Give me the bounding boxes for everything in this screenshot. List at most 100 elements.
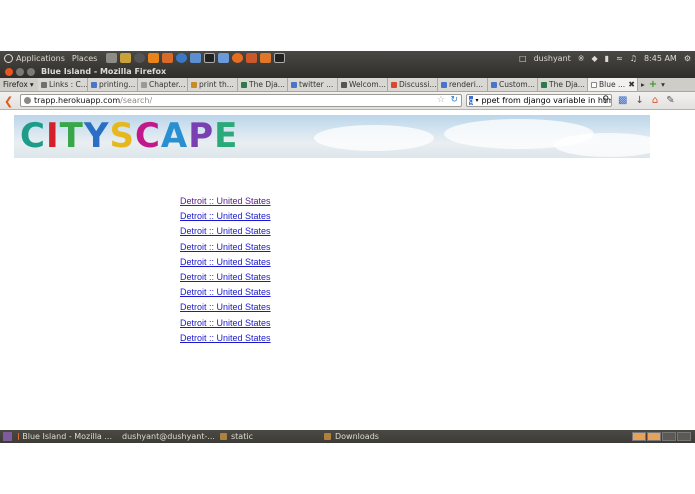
downloads-icon[interactable]: ↓ — [635, 95, 643, 106]
result-link[interactable]: Detroit :: United States — [180, 240, 271, 255]
bookmark-star-icon[interactable]: ☆ — [437, 95, 445, 105]
extension-icon[interactable]: ✎ — [666, 95, 674, 106]
tab-favicon-icon — [591, 81, 597, 88]
home-folder-icon[interactable] — [246, 53, 258, 63]
chat-icon[interactable] — [190, 53, 202, 63]
close-window-button[interactable] — [5, 67, 13, 76]
result-link[interactable]: Detroit :: United States — [180, 316, 271, 331]
chrome-icon[interactable] — [134, 53, 146, 63]
ubuntu-one-icon[interactable] — [260, 53, 272, 63]
search-input-text: ppet from django variable in html — [481, 96, 612, 105]
taskbar-item[interactable]: dushyant@dushyant-... — [112, 432, 214, 441]
workspace-2[interactable] — [647, 432, 661, 441]
monitor-icon[interactable] — [204, 53, 216, 63]
result-link[interactable]: Detroit :: United States — [180, 270, 271, 285]
dropbox-icon[interactable]: ◆ — [592, 54, 598, 63]
workspace-4[interactable] — [677, 432, 691, 441]
url-bar[interactable]: trapp.herokuapp.com/search/ ☆ ↻ — [20, 94, 462, 107]
firefox-launcher-icon[interactable] — [232, 53, 244, 63]
task-list: Blue Island - Mozilla ... dushyant@dushya… — [12, 432, 438, 441]
maximize-window-button[interactable] — [27, 67, 35, 76]
search-results-list: Detroit :: United States Detroit :: Unite… — [180, 194, 271, 346]
taskbar-item[interactable]: static — [214, 432, 318, 441]
reload-icon[interactable]: ↻ — [450, 95, 458, 105]
search-engine-dropdown-icon[interactable]: ▾ — [475, 97, 478, 104]
workspace-1[interactable] — [632, 432, 646, 441]
computer-icon[interactable] — [106, 53, 118, 63]
workspace-switcher[interactable] — [632, 432, 691, 441]
tab[interactable]: Discussi... — [388, 78, 438, 91]
wifi-icon[interactable]: ≈ — [616, 54, 623, 63]
home-icon[interactable]: ⌂ — [652, 95, 658, 106]
search-bar[interactable]: g ▾ ppet from django variable in html ⚲ — [466, 94, 612, 107]
cityscape-logo[interactable]: CITYSCAPE — [20, 118, 238, 155]
taskbar-item[interactable]: Downloads — [318, 432, 438, 441]
logo-letter: I — [45, 116, 60, 156]
logo-letter: P — [188, 116, 215, 156]
tab-favicon-icon — [91, 81, 97, 88]
tab-label: The Dja... — [549, 80, 585, 89]
ubuntu-logo-icon[interactable] — [4, 53, 13, 63]
tab-active[interactable]: Blue ... ✖ — [588, 78, 638, 91]
chat-status-icon[interactable]: □ — [519, 54, 527, 63]
battery-icon[interactable]: ▮ — [605, 54, 609, 63]
close-tab-icon[interactable]: ✖ — [628, 80, 635, 89]
power-icon[interactable]: ⚙ — [684, 54, 691, 63]
tab[interactable]: Links : C... — [38, 78, 88, 91]
tab-favicon-icon — [541, 81, 547, 88]
search-magnifier-icon[interactable]: ⚲ — [602, 95, 609, 105]
user-name[interactable]: dushyant — [534, 54, 571, 63]
taskbar-item-label: static — [231, 432, 253, 441]
tab[interactable]: Welcom... — [338, 78, 388, 91]
new-tab-icon[interactable]: + — [649, 79, 657, 90]
clock[interactable]: 8:45 AM — [644, 54, 677, 63]
tab-favicon-icon — [241, 81, 247, 88]
tab-label: Welcom... — [349, 80, 386, 89]
terminal-icon[interactable] — [274, 53, 286, 63]
applications-menu[interactable]: Applications — [16, 54, 65, 63]
tab[interactable]: print th... — [188, 78, 238, 91]
result-link[interactable]: Detroit :: United States — [180, 300, 271, 315]
tab-favicon-icon — [191, 81, 197, 88]
network-icon[interactable] — [218, 53, 230, 63]
show-desktop-icon[interactable] — [3, 432, 12, 441]
tab-favicon-icon — [341, 81, 347, 88]
tab[interactable]: The Dja... — [238, 78, 288, 91]
logo-letter: S — [109, 116, 135, 156]
site-banner[interactable]: CITYSCAPE — [14, 115, 650, 158]
folder-icon[interactable] — [120, 53, 132, 63]
volume-icon[interactable]: ♫ — [630, 54, 637, 63]
site-identity-icon[interactable] — [24, 97, 31, 104]
top-panel: Applications Places □ dushyant ※ ◆ ▮ ≈ ♫… — [0, 51, 695, 65]
logo-letter: A — [160, 116, 189, 156]
result-link[interactable]: Detroit :: United States — [180, 194, 271, 209]
vlc-icon[interactable] — [148, 53, 160, 63]
result-link[interactable]: Detroit :: United States — [180, 285, 271, 300]
url-path: /search/ — [120, 96, 153, 105]
tab[interactable]: twitter ... — [288, 78, 338, 91]
list-all-tabs-icon[interactable]: ▾ — [661, 80, 665, 89]
addon-button-icon[interactable]: ▩ — [618, 95, 627, 106]
result-link[interactable]: Detroit :: United States — [180, 209, 271, 224]
logo-letter: C — [20, 116, 46, 156]
minimize-window-button[interactable] — [16, 67, 24, 76]
bluetooth-icon[interactable]: ※ — [578, 54, 585, 63]
tab[interactable]: renderi... — [438, 78, 488, 91]
tab[interactable]: printing... — [88, 78, 138, 91]
tab[interactable]: Custom... — [488, 78, 538, 91]
back-arrow-icon[interactable]: ❮ — [4, 95, 13, 108]
google-engine-icon[interactable]: g — [469, 96, 474, 105]
sync-icon[interactable] — [176, 53, 188, 63]
tab[interactable]: The Dja... — [538, 78, 588, 91]
tab[interactable]: Chapter... — [138, 78, 188, 91]
result-link[interactable]: Detroit :: United States — [180, 331, 271, 346]
result-link[interactable]: Detroit :: United States — [180, 255, 271, 270]
workspace-3[interactable] — [662, 432, 676, 441]
package-icon[interactable] — [162, 53, 174, 63]
window-titlebar[interactable]: Blue Island - Mozilla Firefox — [0, 65, 695, 78]
result-link[interactable]: Detroit :: United States — [180, 224, 271, 239]
scroll-tabs-right-icon[interactable]: ▸ — [641, 80, 645, 89]
places-menu[interactable]: Places — [72, 54, 97, 63]
taskbar-item[interactable]: Blue Island - Mozilla ... — [12, 432, 112, 441]
firefox-menu-button[interactable]: Firefox ▾ — [0, 78, 38, 91]
